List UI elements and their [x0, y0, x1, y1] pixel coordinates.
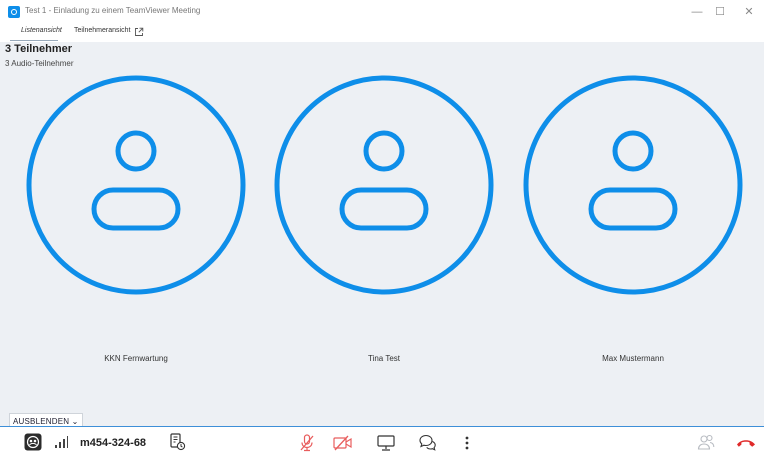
tab-participant-view[interactable]: Teilnehmeransicht	[74, 27, 130, 34]
participant-name: Tina Test	[367, 354, 400, 363]
mic-muted-icon[interactable]	[299, 434, 315, 452]
view-tabs: Listenansicht Teilnehmeransicht	[0, 24, 764, 42]
title-bar: Test 1 - Einladung zu einem TeamViewer M…	[0, 0, 764, 24]
hang-up-icon[interactable]	[736, 438, 756, 448]
chat-icon[interactable]	[418, 434, 437, 451]
participant-name: Max Mustermann	[602, 354, 664, 363]
screen-share-icon[interactable]	[377, 435, 395, 451]
call-info-icon[interactable]	[170, 433, 186, 451]
avatar-icon	[274, 75, 494, 295]
active-tab-indicator	[10, 40, 58, 41]
avatar-icon	[523, 75, 743, 295]
tab-list-view[interactable]: Listenansicht	[21, 27, 62, 34]
maximize-button[interactable]: ☐	[706, 3, 734, 21]
participants-icon[interactable]	[697, 434, 715, 451]
participant-count: 3 Teilnehmer	[5, 43, 73, 55]
meeting-id: m454-324-68	[80, 437, 147, 449]
window-title: Test 1 - Einladung zu einem TeamViewer M…	[25, 6, 201, 15]
signal-icon	[55, 436, 68, 448]
open-external-icon[interactable]	[134, 27, 144, 37]
meeting-icon[interactable]	[24, 433, 42, 451]
camera-off-icon[interactable]	[333, 435, 353, 451]
teamviewer-logo-icon	[8, 6, 20, 18]
close-button[interactable]: ✕	[735, 3, 763, 21]
more-icon[interactable]	[464, 435, 470, 451]
avatar-icon	[26, 75, 246, 295]
audio-participant-count: 3 Audio-Teilnehmer	[5, 59, 74, 68]
participant-name: KKN Fernwartung	[104, 354, 168, 363]
